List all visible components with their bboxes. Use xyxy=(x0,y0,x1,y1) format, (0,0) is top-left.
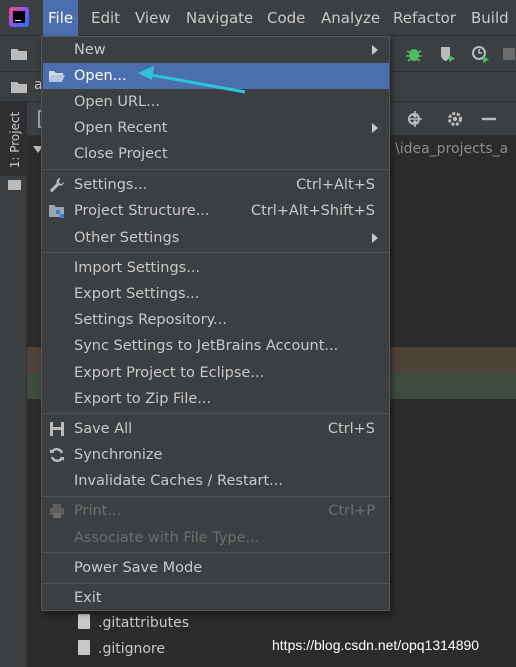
menu-item-import-settings[interactable]: Import Settings... xyxy=(43,255,389,281)
menu-item-label: Synchronize xyxy=(74,447,163,463)
file-menu-dropdown: New Open... Open URL... Open Recent Clos… xyxy=(41,36,390,611)
menu-item-label: Project Structure... xyxy=(74,203,210,219)
menu-view[interactable]: View xyxy=(130,0,176,36)
menu-item-export-zip[interactable]: Export to Zip File... xyxy=(43,386,389,412)
menu-item-sync-settings[interactable]: Sync Settings to JetBrains Account... xyxy=(43,333,389,359)
hide-panel-icon[interactable] xyxy=(479,109,499,129)
menu-item-shortcut: Ctrl+P xyxy=(328,503,375,519)
menu-separator xyxy=(43,552,389,553)
menu-item-label: Export to Zip File... xyxy=(74,391,212,407)
menu-item-label: Import Settings... xyxy=(74,260,201,276)
folder-open-icon xyxy=(49,71,65,82)
menu-item-label: Save All xyxy=(74,421,133,437)
menu-item-project-structure[interactable]: Project Structure... Ctrl+Alt+Shift+S xyxy=(43,198,389,224)
collapse-all-icon[interactable] xyxy=(405,109,425,129)
file-icon xyxy=(78,614,90,629)
menu-item-open-recent[interactable]: Open Recent xyxy=(43,115,389,141)
stop-icon[interactable] xyxy=(500,44,516,64)
menu-edit[interactable]: Edit xyxy=(86,0,125,36)
menu-item-label: Associate with File Type... xyxy=(74,530,260,546)
submenu-arrow-icon xyxy=(372,233,378,243)
menu-item-invalidate-caches[interactable]: Invalidate Caches / Restart... xyxy=(43,468,389,494)
menu-item-label: Close Project xyxy=(74,146,168,162)
intellij-logo-icon xyxy=(9,7,29,27)
profile-icon[interactable] xyxy=(470,44,490,64)
bug-icon[interactable] xyxy=(404,44,424,64)
menu-item-label: Settings Repository... xyxy=(74,312,227,328)
menu-item-shortcut: Ctrl+Alt+Shift+S xyxy=(250,203,375,219)
menu-separator xyxy=(43,169,389,170)
menu-item-shortcut: Ctrl+S xyxy=(327,421,375,437)
menu-separator xyxy=(43,496,389,497)
menu-item-label: Print... xyxy=(74,503,122,519)
coverage-icon[interactable] xyxy=(437,44,457,64)
sync-icon xyxy=(50,448,64,462)
menu-item-label: Open... xyxy=(74,68,127,84)
menu-item-label: Sync Settings to JetBrains Account... xyxy=(74,338,339,354)
submenu-arrow-icon xyxy=(372,45,378,55)
menu-refactor[interactable]: Refactor xyxy=(388,0,461,36)
file-icon xyxy=(78,640,90,655)
menu-item-other-settings[interactable]: Other Settings xyxy=(43,225,389,251)
menu-item-label: Settings... xyxy=(74,177,148,193)
tree-file-row[interactable]: .gitattributes xyxy=(78,610,189,636)
printer-icon xyxy=(50,504,64,518)
project-folder-icon xyxy=(11,82,27,93)
menu-item-label: Export Settings... xyxy=(74,286,200,302)
menu-item-settings[interactable]: Settings... Ctrl+Alt+S xyxy=(43,172,389,198)
menu-item-settings-repository[interactable]: Settings Repository... xyxy=(43,307,389,333)
menu-item-open-url[interactable]: Open URL... xyxy=(43,89,389,115)
menu-item-save-all[interactable]: Save All Ctrl+S xyxy=(43,416,389,442)
menu-item-synchronize[interactable]: Synchronize xyxy=(43,442,389,468)
menu-item-shortcut: Ctrl+Alt+S xyxy=(296,177,375,193)
menu-analyze[interactable]: Analyze xyxy=(316,0,385,36)
menu-item-label: Power Save Mode xyxy=(74,560,203,576)
submenu-arrow-icon xyxy=(372,123,378,133)
save-icon xyxy=(50,422,64,436)
structure-folder-icon[interactable] xyxy=(8,180,21,190)
menu-item-associate-file-type: Associate with File Type... xyxy=(43,525,389,551)
project-structure-icon xyxy=(49,205,64,218)
menu-code[interactable]: Code xyxy=(262,0,310,36)
menu-item-exit[interactable]: Exit xyxy=(43,585,389,611)
menu-item-label: Exit xyxy=(74,590,102,606)
tree-file-name: .gitignore xyxy=(98,641,165,657)
menu-item-power-save-mode[interactable]: Power Save Mode xyxy=(43,555,389,581)
project-tool-tab-label: 1: Project xyxy=(8,111,22,169)
project-path: \idea_projects_a xyxy=(395,141,509,157)
menu-item-export-settings[interactable]: Export Settings... xyxy=(43,281,389,307)
menu-build[interactable]: Build xyxy=(466,0,514,36)
menu-bar: File Edit View Navigate Code Analyze Ref… xyxy=(0,0,516,36)
menu-item-close-project[interactable]: Close Project xyxy=(43,141,389,167)
menu-item-print: Print... Ctrl+P xyxy=(43,498,389,524)
menu-separator xyxy=(43,583,389,584)
menu-item-label: New xyxy=(74,42,106,58)
menu-item-open[interactable]: Open... xyxy=(43,63,389,89)
menu-item-label: Open Recent xyxy=(74,120,168,136)
folder-icon[interactable] xyxy=(9,44,29,64)
menu-item-label: Invalidate Caches / Restart... xyxy=(74,473,283,489)
menu-item-label: Open URL... xyxy=(74,94,160,110)
menu-item-new[interactable]: New xyxy=(43,37,389,63)
wrench-icon xyxy=(50,178,65,192)
tree-file-row[interactable]: .gitignore xyxy=(78,636,165,662)
gear-icon[interactable] xyxy=(445,109,465,129)
menu-item-label: Export Project to Eclipse... xyxy=(74,365,265,381)
tree-file-name: .gitattributes xyxy=(98,615,190,631)
menu-item-label: Other Settings xyxy=(74,230,180,246)
menu-navigate[interactable]: Navigate xyxy=(181,0,258,36)
watermark: https://blog.csdn.net/opq1314890 xyxy=(272,637,480,653)
menu-file[interactable]: File xyxy=(43,0,79,36)
menu-separator xyxy=(43,252,389,253)
menu-separator xyxy=(43,413,389,414)
menu-item-export-eclipse[interactable]: Export Project to Eclipse... xyxy=(43,360,389,386)
